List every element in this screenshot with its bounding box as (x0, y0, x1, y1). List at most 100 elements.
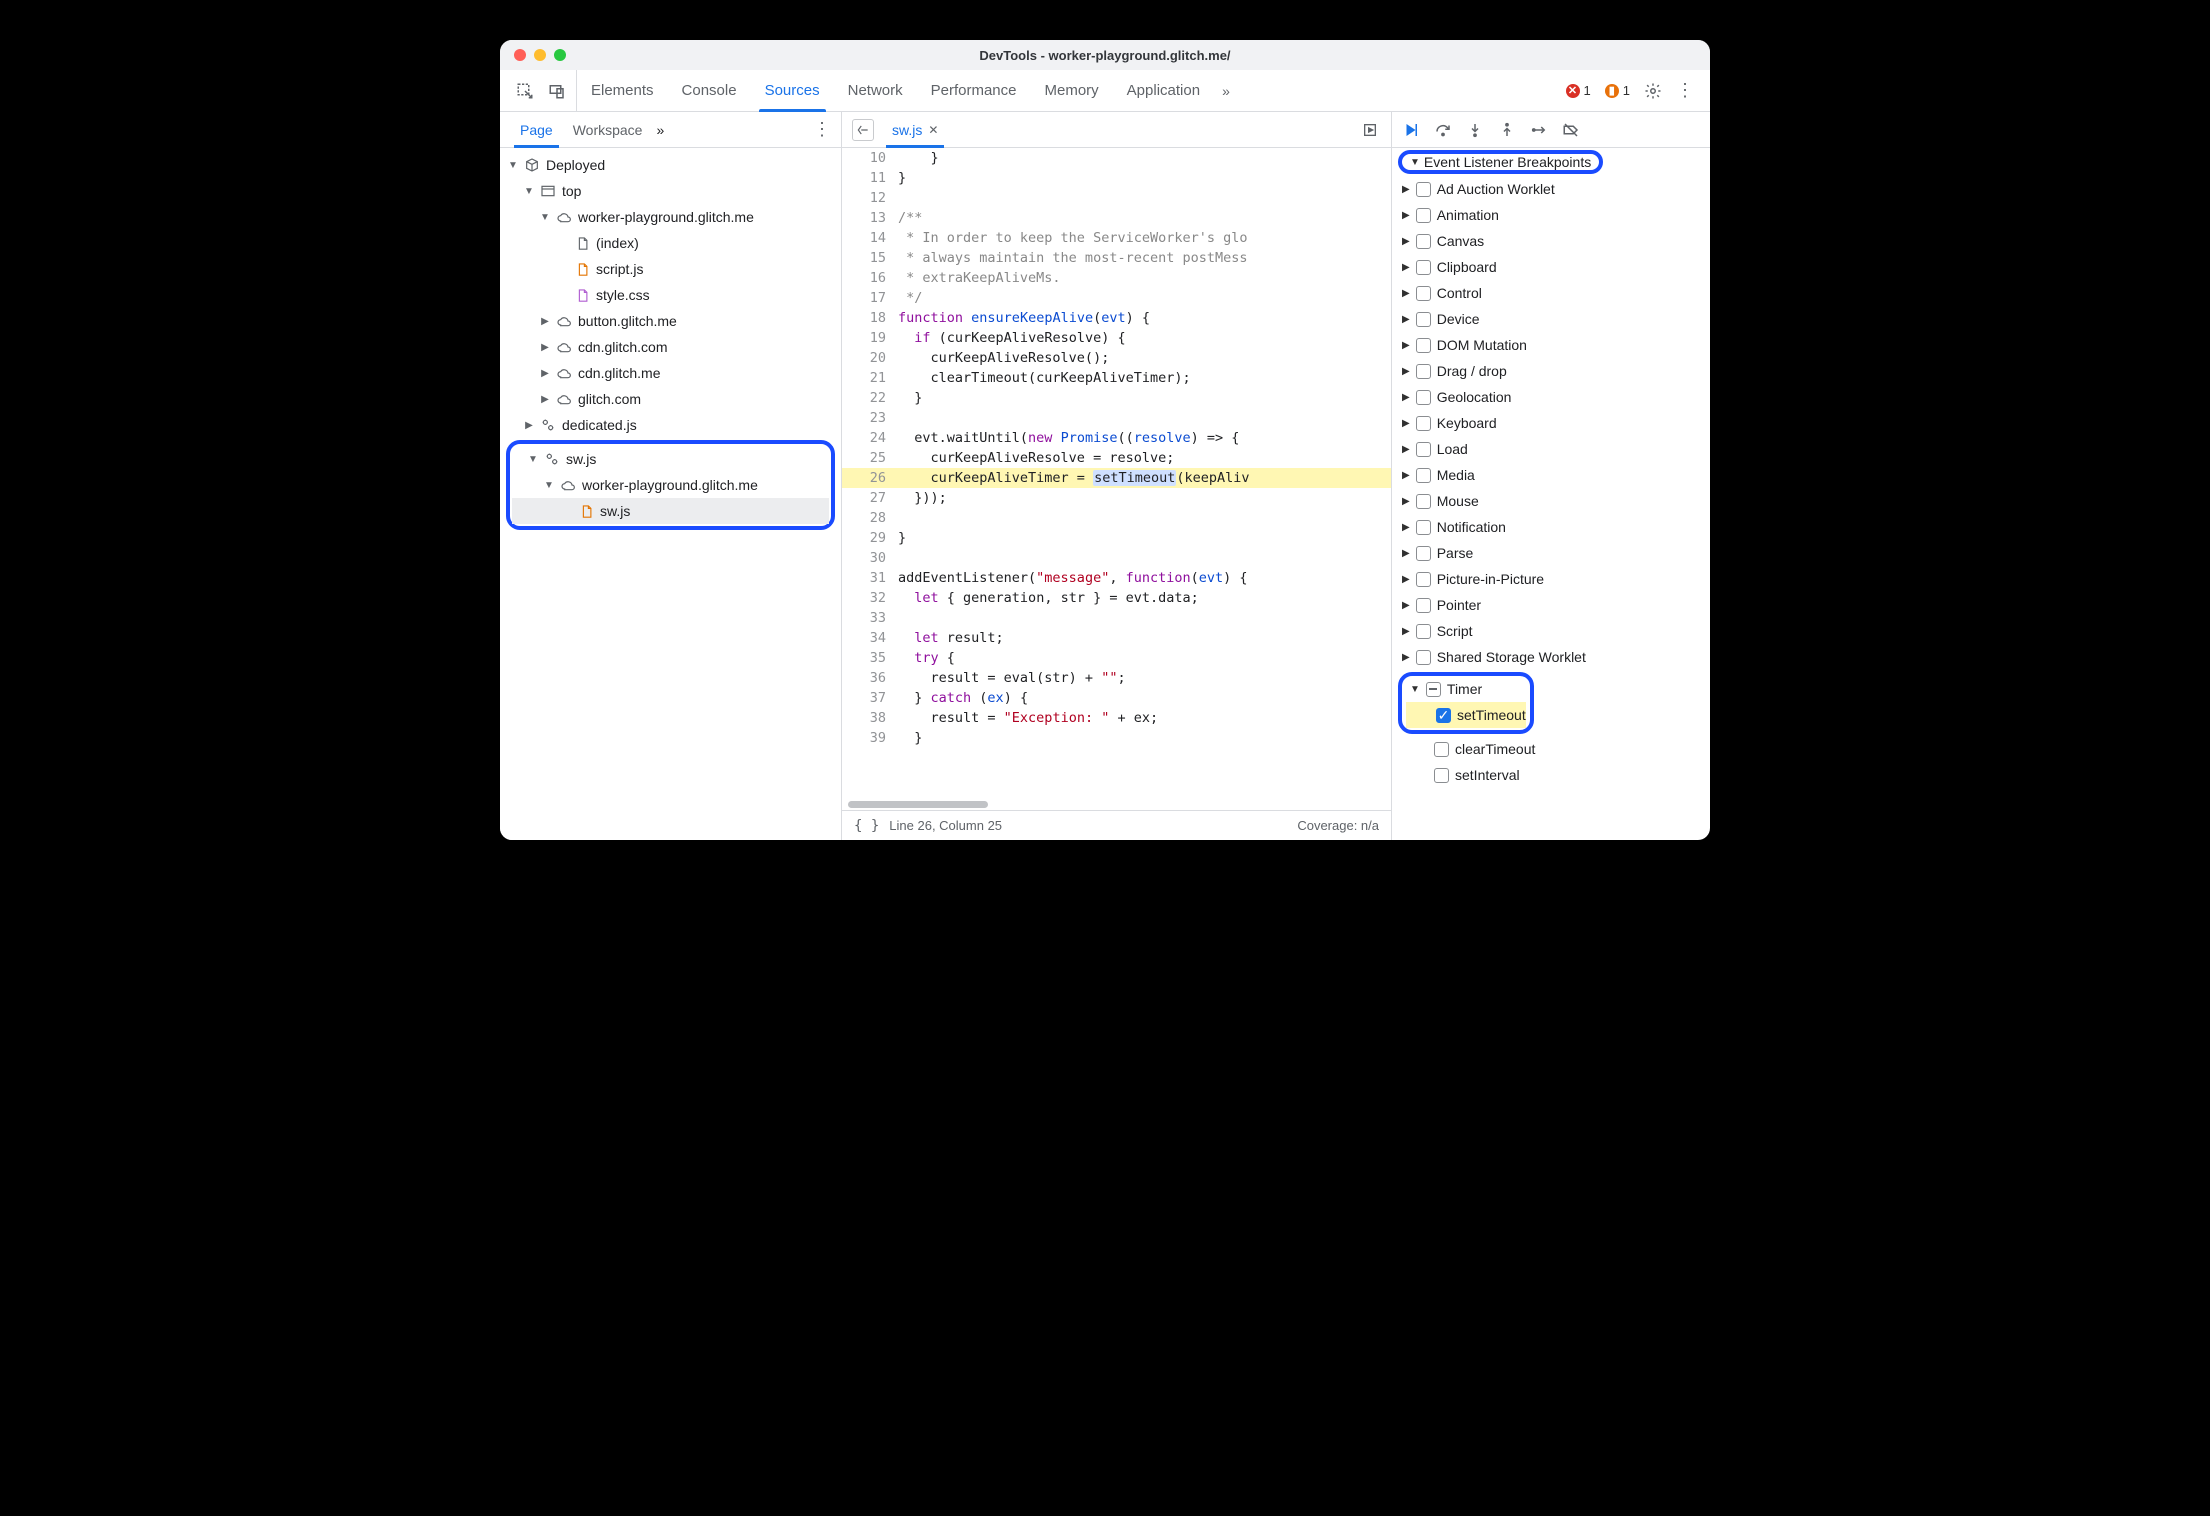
checkbox-icon[interactable] (1416, 260, 1431, 275)
tree-index[interactable]: (index) (500, 230, 841, 256)
checkbox-icon[interactable] (1416, 520, 1431, 535)
code-line[interactable]: 35 try { (842, 648, 1391, 668)
category-drag-drop[interactable]: ▶Drag / drop (1392, 358, 1710, 384)
tab-console[interactable]: Console (668, 70, 751, 111)
code-line[interactable]: 33 (842, 608, 1391, 628)
step-out-icon[interactable] (1498, 121, 1516, 139)
checkbox-icon[interactable] (1416, 208, 1431, 223)
code-line[interactable]: 22 } (842, 388, 1391, 408)
tree-sw-js-worker[interactable]: ▼sw.js (512, 446, 829, 472)
tree-dedicated-js[interactable]: ▶dedicated.js (500, 412, 841, 438)
deactivate-breakpoints-icon[interactable] (1562, 121, 1580, 139)
tabs-overflow-icon[interactable]: » (1214, 83, 1238, 99)
run-snippet-icon[interactable] (1359, 119, 1381, 141)
subtabs-overflow-icon[interactable]: » (656, 122, 664, 138)
code-line[interactable]: 23 (842, 408, 1391, 428)
tab-sources[interactable]: Sources (751, 70, 834, 111)
tree-origin[interactable]: ▼worker-playground.glitch.me (500, 204, 841, 230)
code-line[interactable]: 14 * In order to keep the ServiceWorker'… (842, 228, 1391, 248)
checkbox-icon[interactable] (1416, 338, 1431, 353)
checkbox-icon[interactable] (1434, 742, 1449, 757)
category-canvas[interactable]: ▶Canvas (1392, 228, 1710, 254)
tree-sw-origin[interactable]: ▼worker-playground.glitch.me (512, 472, 829, 498)
category-notification[interactable]: ▶Notification (1392, 514, 1710, 540)
category-geolocation[interactable]: ▶Geolocation (1392, 384, 1710, 410)
checkbox-icon[interactable] (1416, 182, 1431, 197)
tree-glitch-com[interactable]: ▶glitch.com (500, 386, 841, 412)
code-line[interactable]: 26 curKeepAliveTimer = setTimeout(keepAl… (842, 468, 1391, 488)
event-listener-breakpoints-header[interactable]: ▼Event Listener Breakpoints (1398, 150, 1603, 174)
code-line[interactable]: 13/** (842, 208, 1391, 228)
tree-sw-js-file[interactable]: sw.js (512, 498, 829, 524)
code-line[interactable]: 39 } (842, 728, 1391, 748)
category-mouse[interactable]: ▶Mouse (1392, 488, 1710, 514)
code-line[interactable]: 19 if (curKeepAliveResolve) { (842, 328, 1391, 348)
error-count-badge[interactable]: ✕1 (1566, 83, 1591, 98)
checkbox-icon[interactable] (1416, 286, 1431, 301)
category-keyboard[interactable]: ▶Keyboard (1392, 410, 1710, 436)
category-ad-auction-worklet[interactable]: ▶Ad Auction Worklet (1392, 176, 1710, 202)
code-line[interactable]: 31addEventListener("message", function(e… (842, 568, 1391, 588)
event-setinterval[interactable]: setInterval (1392, 762, 1710, 788)
navigator-options-icon[interactable]: ⋮ (813, 119, 831, 140)
tree-cdn-com[interactable]: ▶cdn.glitch.com (500, 334, 841, 360)
checkbox-icon[interactable] (1416, 234, 1431, 249)
close-tab-icon[interactable]: ✕ (928, 123, 938, 137)
checkbox-icon[interactable] (1416, 598, 1431, 613)
settings-gear-icon[interactable] (1644, 82, 1662, 100)
code-editor[interactable]: 10 }11}1213/**14 * In order to keep the … (842, 148, 1391, 798)
code-line[interactable]: 32 let { generation, str } = evt.data; (842, 588, 1391, 608)
tab-application[interactable]: Application (1113, 70, 1214, 111)
tree-top[interactable]: ▼top (500, 178, 841, 204)
warning-count-badge[interactable]: ▮1 (1605, 83, 1630, 98)
category-dom-mutation[interactable]: ▶DOM Mutation (1392, 332, 1710, 358)
checkbox-icon[interactable] (1416, 468, 1431, 483)
tree-button-glitch[interactable]: ▶button.glitch.me (500, 308, 841, 334)
pretty-print-icon[interactable]: { } (854, 818, 879, 834)
checkbox-icon[interactable] (1416, 494, 1431, 509)
category-pointer[interactable]: ▶Pointer (1392, 592, 1710, 618)
category-media[interactable]: ▶Media (1392, 462, 1710, 488)
checkbox-icon[interactable] (1416, 312, 1431, 327)
category-control[interactable]: ▶Control (1392, 280, 1710, 306)
tree-style-css[interactable]: style.css (500, 282, 841, 308)
category-shared-storage-worklet[interactable]: ▶Shared Storage Worklet (1392, 644, 1710, 670)
tab-memory[interactable]: Memory (1031, 70, 1113, 111)
horizontal-scrollbar[interactable] (842, 798, 1391, 810)
step-icon[interactable] (1530, 121, 1548, 139)
checkbox-icon[interactable] (1416, 416, 1431, 431)
category-timer[interactable]: ▼Timer (1406, 676, 1526, 702)
checkbox-icon[interactable] (1416, 364, 1431, 379)
subtab-workspace[interactable]: Workspace (563, 112, 653, 147)
tree-deployed[interactable]: ▼Deployed (500, 152, 841, 178)
resume-icon[interactable] (1402, 121, 1420, 139)
checkbox-checked-icon[interactable]: ✓ (1436, 708, 1451, 723)
more-options-icon[interactable]: ⋮ (1676, 80, 1694, 101)
event-cleartimeout[interactable]: clearTimeout (1392, 736, 1710, 762)
category-picture-in-picture[interactable]: ▶Picture-in-Picture (1392, 566, 1710, 592)
tab-elements[interactable]: Elements (577, 70, 668, 111)
checkbox-icon[interactable] (1416, 442, 1431, 457)
code-line[interactable]: 28 (842, 508, 1391, 528)
step-over-icon[interactable] (1434, 121, 1452, 139)
category-clipboard[interactable]: ▶Clipboard (1392, 254, 1710, 280)
scrollbar-thumb[interactable] (848, 801, 988, 808)
category-animation[interactable]: ▶Animation (1392, 202, 1710, 228)
tab-performance[interactable]: Performance (917, 70, 1031, 111)
code-line[interactable]: 24 evt.waitUntil(new Promise((resolve) =… (842, 428, 1391, 448)
inspect-element-icon[interactable] (516, 82, 534, 100)
code-line[interactable]: 27 })); (842, 488, 1391, 508)
code-line[interactable]: 38 result = "Exception: " + ex; (842, 708, 1391, 728)
code-line[interactable]: 34 let result; (842, 628, 1391, 648)
code-line[interactable]: 15 * always maintain the most-recent pos… (842, 248, 1391, 268)
code-line[interactable]: 11} (842, 168, 1391, 188)
subtab-page[interactable]: Page (510, 112, 563, 147)
checkbox-icon[interactable] (1416, 650, 1431, 665)
code-line[interactable]: 36 result = eval(str) + ""; (842, 668, 1391, 688)
code-line[interactable]: 29} (842, 528, 1391, 548)
category-script[interactable]: ▶Script (1392, 618, 1710, 644)
code-line[interactable]: 10 } (842, 148, 1391, 168)
code-line[interactable]: 30 (842, 548, 1391, 568)
code-line[interactable]: 21 clearTimeout(curKeepAliveTimer); (842, 368, 1391, 388)
code-line[interactable]: 37 } catch (ex) { (842, 688, 1391, 708)
